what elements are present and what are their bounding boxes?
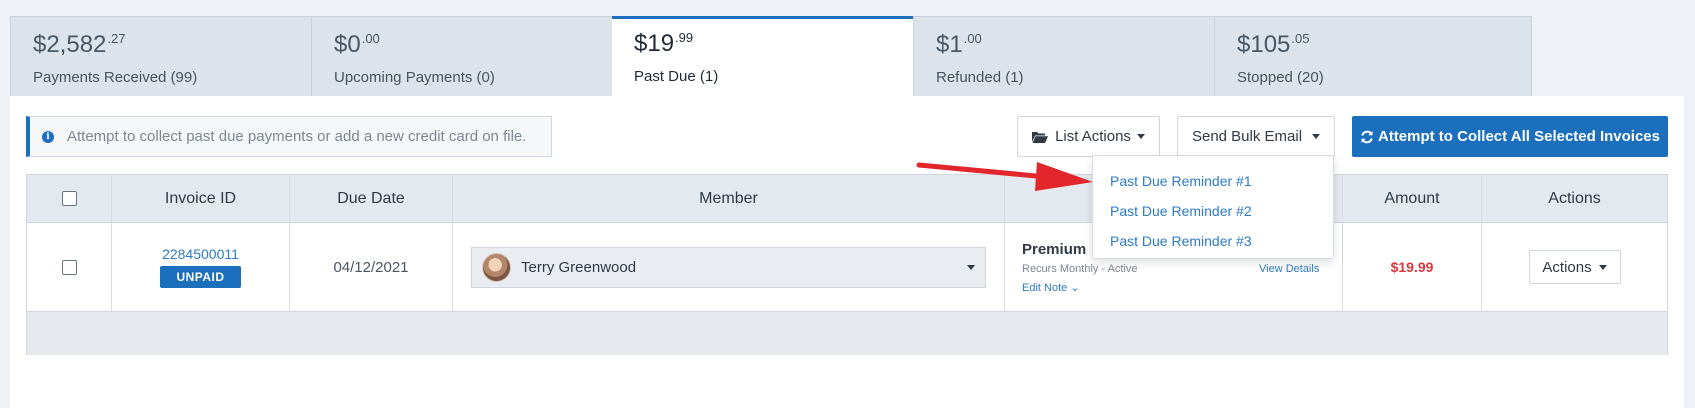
due-date: 04/12/2021 bbox=[333, 258, 409, 276]
menu-item-past-due-reminder-3[interactable]: Past Due Reminder #3 bbox=[1093, 226, 1333, 256]
header-select-cell bbox=[27, 175, 112, 222]
past-due-panel: i Attempt to collect past due payments o… bbox=[10, 96, 1684, 408]
table-footer-row bbox=[27, 311, 1667, 355]
member-select[interactable]: Terry Greenwood bbox=[471, 246, 986, 288]
due-date-cell: 04/12/2021 bbox=[290, 223, 453, 311]
tab-upcoming-payments[interactable]: $0 .00 Upcoming Payments (0) bbox=[311, 16, 629, 96]
plan-name: Premium bbox=[1022, 241, 1087, 258]
collect-all-label: Attempt to Collect All Selected Invoices bbox=[1377, 128, 1660, 145]
tab-amount-cents: .00 bbox=[361, 31, 380, 46]
tab-amount-cents: .99 bbox=[675, 30, 694, 45]
tab-amount-main: $2,582 bbox=[33, 31, 107, 58]
send-bulk-email-label: Send Bulk Email bbox=[1191, 128, 1303, 145]
menu-item-past-due-reminder-1[interactable]: Past Due Reminder #1 bbox=[1093, 166, 1333, 196]
tab-payments-received[interactable]: $2,582 .27 Payments Received (99) bbox=[10, 16, 328, 96]
invoice-id-stack: 2284500011 UNPAID bbox=[160, 246, 241, 288]
amount-value: $19.99 bbox=[1390, 259, 1434, 275]
list-actions-button[interactable]: List Actions bbox=[1017, 116, 1160, 157]
row-select-cell bbox=[27, 223, 112, 311]
menu-item-past-due-reminder-2[interactable]: Past Due Reminder #2 bbox=[1093, 196, 1333, 226]
tab-stopped[interactable]: $105 .05 Stopped (20) bbox=[1214, 16, 1532, 96]
avatar bbox=[482, 252, 511, 282]
header-due-date[interactable]: Due Date bbox=[290, 175, 453, 222]
plan-status: Recurs Monthly - Active bbox=[1022, 263, 1138, 275]
chevron-down-icon bbox=[1312, 134, 1321, 139]
tab-amount-main: $0 bbox=[334, 31, 361, 58]
edit-note-label: Edit Note bbox=[1022, 282, 1068, 294]
header-actions: Actions bbox=[1548, 189, 1601, 207]
tab-amount-cents: .27 bbox=[107, 31, 126, 46]
tab-amount-main: $19 bbox=[634, 30, 675, 57]
header-invoice-id[interactable]: Invoice ID bbox=[112, 175, 290, 222]
chevron-down-icon: ⌄ bbox=[1070, 282, 1080, 294]
invoice-id-cell: 2284500011 UNPAID bbox=[112, 223, 290, 311]
tab-amount: $0 .00 bbox=[334, 31, 628, 61]
header-amount[interactable]: Amount bbox=[1343, 175, 1482, 222]
tab-amount: $105 .05 bbox=[1237, 31, 1531, 61]
refresh-icon bbox=[1361, 130, 1373, 143]
chevron-down-icon bbox=[1598, 264, 1607, 270]
tab-amount: $1 .00 bbox=[936, 31, 1230, 61]
row-actions-label: Actions bbox=[1542, 258, 1592, 276]
info-text: Attempt to collect past due payments or … bbox=[67, 128, 527, 145]
tab-label: Upcoming Payments (0) bbox=[334, 69, 495, 86]
member-name: Terry Greenwood bbox=[521, 258, 637, 276]
chevron-down-icon bbox=[967, 264, 975, 270]
tab-label: Refunded (1) bbox=[936, 69, 1024, 86]
tab-past-due[interactable]: $19 .99 Past Due (1) bbox=[612, 16, 930, 96]
row-actions-button[interactable]: Actions bbox=[1528, 250, 1621, 284]
invoice-table: Invoice ID Due Date Member Amount Action… bbox=[26, 174, 1668, 355]
send-bulk-email-button[interactable]: Send Bulk Email bbox=[1177, 116, 1335, 157]
table-row: 2284500011 UNPAID 04/12/2021 Terry Green… bbox=[27, 222, 1667, 311]
tab-amount-main: $1 bbox=[936, 31, 963, 58]
tab-amount-cents: .05 bbox=[1291, 31, 1310, 46]
annotation-arrow-icon bbox=[916, 162, 1093, 191]
tab-amount: $19 .99 bbox=[634, 30, 930, 60]
tab-label: Stopped (20) bbox=[1237, 69, 1324, 86]
tab-label: Past Due (1) bbox=[634, 68, 719, 85]
tab-amount: $2,582 .27 bbox=[33, 31, 327, 61]
list-actions-label: List Actions bbox=[1055, 128, 1131, 145]
view-details-link[interactable]: View Details bbox=[1259, 263, 1319, 275]
tab-amount-cents: .00 bbox=[963, 31, 982, 46]
edit-note-link[interactable]: Edit Note ⌄ bbox=[1022, 281, 1080, 294]
folder-open-icon bbox=[1032, 131, 1049, 143]
amount-cell: $19.99 bbox=[1343, 223, 1482, 311]
chevron-down-icon bbox=[1136, 134, 1145, 139]
collect-all-button[interactable]: Attempt to Collect All Selected Invoices bbox=[1352, 116, 1668, 157]
tab-refunded[interactable]: $1 .00 Refunded (1) bbox=[913, 16, 1231, 96]
select-all-checkbox[interactable] bbox=[61, 191, 77, 206]
invoice-id-link[interactable]: 2284500011 bbox=[162, 246, 239, 262]
info-alert: i Attempt to collect past due payments o… bbox=[26, 116, 552, 157]
member-cell: Terry Greenwood bbox=[453, 223, 1005, 311]
tab-label: Payments Received (99) bbox=[33, 69, 198, 86]
info-icon: i bbox=[42, 130, 54, 143]
actions-cell: Actions bbox=[1482, 223, 1667, 311]
row-checkbox[interactable] bbox=[61, 259, 77, 275]
status-badge: UNPAID bbox=[160, 266, 241, 288]
table-header-row: Invoice ID Due Date Member Amount Action… bbox=[27, 175, 1667, 222]
tab-amount-main: $105 bbox=[1237, 31, 1291, 58]
bulk-email-dropdown-menu: Past Due Reminder #1 Past Due Reminder #… bbox=[1092, 155, 1334, 259]
